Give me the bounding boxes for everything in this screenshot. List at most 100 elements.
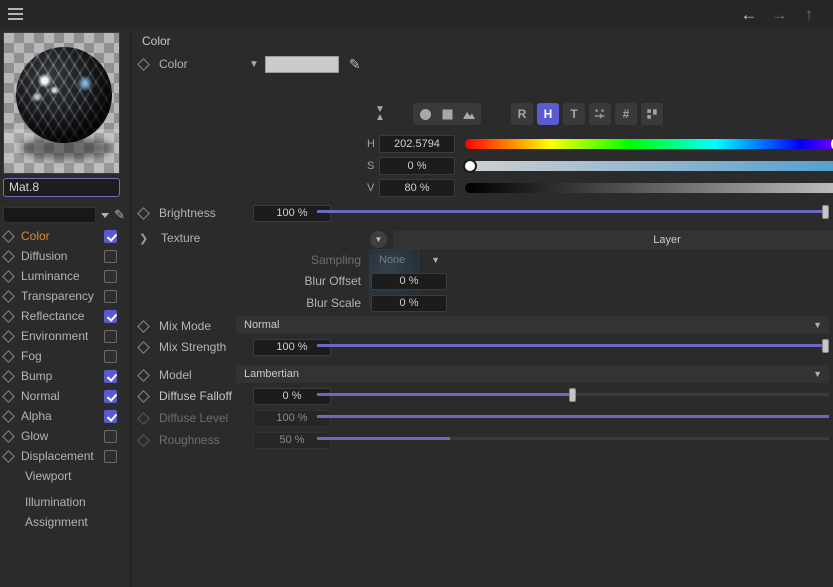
keyframe-diamond-icon[interactable]: [137, 389, 150, 403]
image-icon[interactable]: [461, 106, 477, 122]
channel-checkbox[interactable]: [104, 349, 117, 363]
value-input[interactable]: 80 %: [379, 179, 455, 197]
rgb-mode-button[interactable]: R: [511, 103, 533, 125]
keyframe-diamond-icon[interactable]: [2, 349, 15, 363]
sidebar-item-reflectance[interactable]: Reflectance: [0, 306, 131, 326]
channel-checkbox[interactable]: [104, 309, 117, 323]
channel-checkbox[interactable]: [104, 329, 117, 343]
blur-offset-input[interactable]: 0 %: [371, 272, 447, 290]
channel-checkbox[interactable]: [104, 389, 117, 403]
roughness-slider[interactable]: [317, 430, 829, 448]
brightness-slider[interactable]: [317, 203, 829, 221]
keyframe-diamond-icon[interactable]: [137, 368, 150, 382]
sidebar-item-viewport[interactable]: Viewport: [0, 466, 131, 486]
forward-arrow-icon[interactable]: →: [767, 2, 791, 26]
keyframe-diamond-icon[interactable]: [2, 389, 15, 403]
diffuse-falloff-slider-handle[interactable]: [569, 388, 576, 402]
eyedropper-icon[interactable]: ✎: [114, 207, 125, 223]
sidebar-item-diffusion[interactable]: Diffusion: [0, 246, 131, 266]
keyframe-diamond-icon[interactable]: [137, 206, 150, 220]
sampling-dropdown[interactable]: None ▼: [371, 251, 447, 269]
hue-slider[interactable]: [465, 137, 833, 151]
channel-checkbox[interactable]: [104, 269, 117, 283]
mix-strength-slider-handle[interactable]: [822, 339, 829, 353]
color-swatch[interactable]: [264, 55, 339, 73]
mix-strength-slider[interactable]: [317, 337, 829, 355]
sidebar-item-fog[interactable]: Fog: [0, 346, 131, 366]
sidebar-item-glow[interactable]: Glow: [0, 426, 131, 446]
sidebar-item-color[interactable]: Color: [0, 226, 131, 246]
blur-scale-input[interactable]: 0 %: [371, 294, 447, 312]
mixer-mode-button[interactable]: [589, 103, 611, 125]
saturation-slider[interactable]: [463, 159, 833, 173]
keyframe-diamond-icon[interactable]: [2, 409, 15, 423]
keyframe-diamond-icon[interactable]: [2, 369, 15, 383]
channel-checkbox[interactable]: [104, 429, 117, 443]
sampling-row: Sampling None ▼: [281, 250, 581, 270]
collapse-expand-icon[interactable]: ▼ ▲: [369, 102, 391, 126]
saturation-slider-handle[interactable]: [463, 159, 477, 173]
keyframe-diamond-icon[interactable]: [2, 429, 15, 443]
sidebar-item-assignment[interactable]: Assignment: [0, 512, 131, 532]
texture-layer-field[interactable]: Layer: [393, 231, 833, 249]
brightness-slider-handle[interactable]: [822, 205, 829, 219]
sidebar-item-displacement[interactable]: Displacement: [0, 446, 131, 466]
sidebar-item-environment[interactable]: Environment: [0, 326, 131, 346]
hue-input[interactable]: 202.5794: [379, 135, 455, 153]
keyframe-diamond-icon[interactable]: [2, 269, 15, 283]
keyframe-diamond-icon[interactable]: [2, 449, 15, 463]
sidebar-item-normal[interactable]: Normal: [0, 386, 131, 406]
chevron-down-icon[interactable]: [101, 212, 110, 218]
channel-checkbox[interactable]: [104, 229, 117, 243]
diffuse-level-slider[interactable]: [317, 408, 829, 426]
back-arrow-icon[interactable]: ←: [737, 2, 761, 26]
keyframe-diamond-icon[interactable]: [2, 329, 15, 343]
saturation-input[interactable]: 0 %: [379, 157, 455, 175]
keyframe-diamond-icon[interactable]: [137, 319, 150, 333]
keyframe-diamond-icon[interactable]: [137, 411, 150, 425]
channel-checkbox[interactable]: [104, 249, 117, 263]
swatches-mode-button[interactable]: [641, 103, 663, 125]
material-color-swatch[interactable]: [3, 207, 97, 223]
channel-checkbox[interactable]: [104, 409, 117, 423]
sidebar-item-illumination[interactable]: Illumination: [0, 492, 131, 512]
mix-mode-dropdown[interactable]: Normal ▼: [236, 316, 829, 334]
temperature-mode-button[interactable]: T: [563, 103, 585, 125]
mix-mode-value: Normal: [244, 319, 280, 331]
channel-label: Transparency: [21, 289, 94, 303]
eyedropper-icon[interactable]: ✎: [349, 56, 361, 73]
value-key-label: V: [367, 182, 375, 194]
chevron-down-icon[interactable]: ▼: [249, 59, 259, 70]
chevron-right-icon[interactable]: ❯: [139, 232, 153, 245]
blur-scale-row: Blur Scale 0 %: [281, 293, 581, 313]
keyframe-diamond-icon[interactable]: [2, 309, 15, 323]
hsv-mode-button[interactable]: H: [537, 103, 559, 125]
keyframe-diamond-icon[interactable]: [2, 289, 15, 303]
up-arrow-icon[interactable]: ↑: [797, 2, 821, 26]
model-dropdown[interactable]: Lambertian ▼: [236, 365, 829, 383]
channel-label: Normal: [21, 389, 60, 403]
hamburger-menu-icon[interactable]: [0, 0, 30, 28]
sidebar-item-luminance[interactable]: Luminance: [0, 266, 131, 286]
value-slider[interactable]: [465, 183, 833, 193]
slider-fill: [317, 415, 829, 418]
keyframe-diamond-icon[interactable]: [137, 433, 150, 447]
cube-icon[interactable]: [439, 106, 455, 122]
hex-mode-button[interactable]: #: [615, 103, 637, 125]
diffuse-falloff-slider[interactable]: [317, 386, 829, 404]
sidebar-item-transparency[interactable]: Transparency: [0, 286, 131, 306]
keyframe-diamond-icon[interactable]: [137, 340, 150, 354]
sphere-icon[interactable]: [417, 106, 433, 122]
blur-offset-row: Blur Offset 0 %: [281, 271, 581, 291]
channel-checkbox[interactable]: [104, 449, 117, 463]
keyframe-diamond-icon[interactable]: [137, 57, 150, 71]
texture-dropdown-button[interactable]: ▼: [370, 231, 387, 248]
sidebar-item-bump[interactable]: Bump: [0, 366, 131, 386]
texture-label: Texture: [161, 231, 201, 245]
keyframe-diamond-icon[interactable]: [2, 249, 15, 263]
sidebar-item-alpha[interactable]: Alpha: [0, 406, 131, 426]
channel-checkbox[interactable]: [104, 289, 117, 303]
channel-checkbox[interactable]: [104, 369, 117, 383]
keyframe-diamond-icon[interactable]: [2, 229, 15, 243]
material-name-input[interactable]: Mat.8: [3, 178, 120, 197]
